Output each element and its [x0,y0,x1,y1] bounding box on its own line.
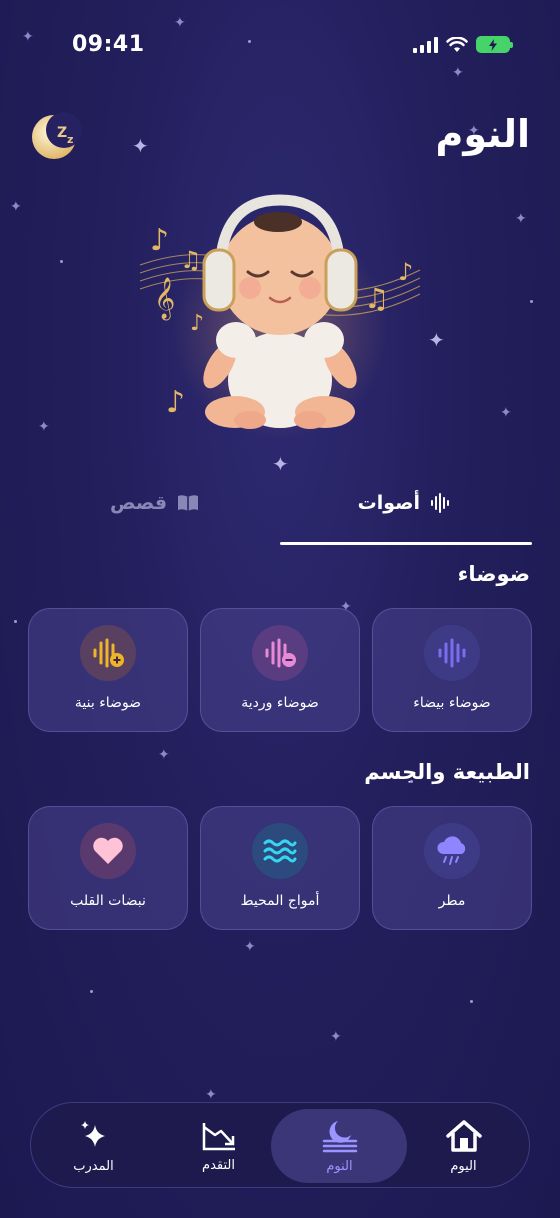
nav-label: النوم [326,1158,353,1174]
sound-card-brown-noise[interactable]: ضوضاء بنية [28,608,188,732]
sound-card-ocean-waves[interactable]: أمواج المحيط [200,806,360,930]
trend-chart-icon [202,1122,235,1150]
home-icon [445,1119,482,1152]
book-icon [178,495,199,511]
ocean-waves-icon [252,823,308,879]
content-tabs: أصوات قصص [0,480,560,550]
brown-noise-waveform-icon [80,625,136,681]
svg-text:♫: ♫ [364,282,389,315]
svg-text:z: z [67,133,73,146]
sparkle-icon [80,1120,105,1147]
svg-text:𝄞: 𝄞 [154,277,175,320]
white-noise-waveform-icon [424,625,480,681]
sound-card-white-noise[interactable]: ضوضاء بيضاء [372,608,532,732]
bottom-navigation: المدرب التقدم النوم اليوم [30,1102,530,1188]
moon-icon [322,1120,357,1152]
sound-card-label: ضوضاء وردية [241,695,319,711]
svg-text:♪: ♪ [150,223,169,258]
section-title-noise: ضوضاء [457,562,530,586]
rain-cloud-icon [424,823,480,879]
nav-label: التقدم [202,1157,235,1173]
nav-label: اليوم [450,1158,477,1174]
nav-item-progress[interactable]: التقدم [156,1103,281,1189]
page-title: النوم [435,112,530,156]
sound-card-label: أمواج المحيط [240,893,320,909]
sound-card-heartbeat[interactable]: نبضات القلب [28,806,188,930]
wifi-icon [446,36,468,52]
heart-icon [80,823,136,879]
section-title-nature: الطبيعة والجسم [364,760,530,784]
waveform-icon [431,493,449,513]
sound-card-label: مطر [438,893,466,909]
tab-stories-label: قصص [110,492,168,514]
tab-stories[interactable]: قصص [110,492,199,514]
battery-charging-icon [476,36,513,53]
svg-text:♫: ♫ [180,246,202,274]
sound-card-label: ضوضاء بنية [74,695,142,711]
svg-text:♪: ♪ [190,311,204,336]
sleeping-baby-illustration: ♪ ♫ 𝄞 ♪ ♪ ♫ ♪ [110,180,450,470]
tab-sounds[interactable]: أصوات [358,492,450,514]
tab-sounds-label: أصوات [357,492,420,514]
nav-item-coach[interactable]: المدرب [31,1103,156,1189]
nav-item-today[interactable]: اليوم [401,1103,526,1189]
cellular-signal-icon [413,36,438,53]
status-time: 09:41 [72,32,145,57]
nav-item-sleep[interactable]: النوم [277,1103,402,1189]
active-tab-indicator [280,542,532,545]
nav-label: المدرب [73,1158,114,1174]
svg-text:Z: Z [57,125,67,141]
sound-card-rain[interactable]: مطر [372,806,532,930]
sound-card-pink-noise[interactable]: ضوضاء وردية [200,608,360,732]
sound-card-label: ضوضاء بيضاء [413,695,491,711]
svg-text:♪: ♪ [398,258,413,286]
pink-noise-waveform-icon [252,625,308,681]
status-icons [413,36,513,53]
sound-card-label: نبضات القلب [70,893,146,909]
sleep-moon-logo-icon[interactable]: Z z [30,110,82,162]
svg-text:♪: ♪ [166,385,185,420]
status-bar: 09:41 [0,0,560,90]
